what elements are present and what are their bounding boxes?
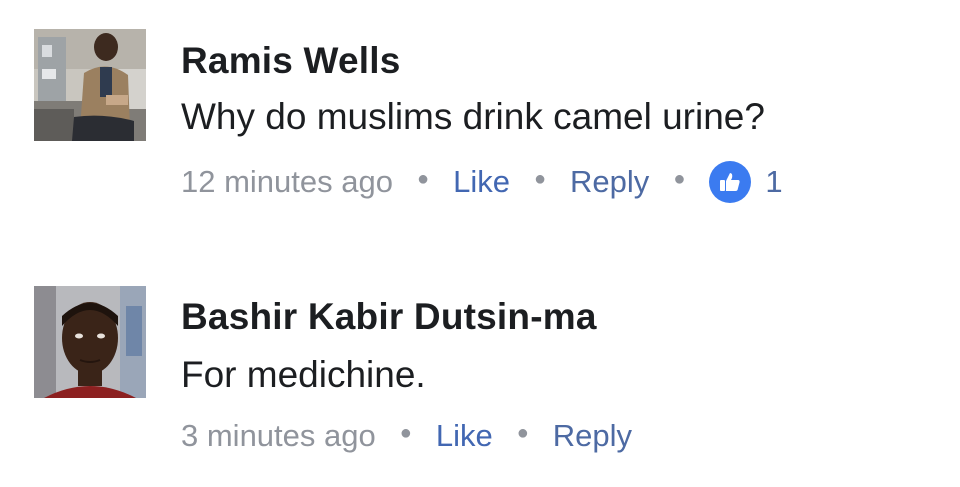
like-button[interactable]: Like — [436, 418, 493, 454]
separator-dot-icon: ● — [533, 167, 547, 190]
comment-meta: 12 minutes ago ● Like ● Reply ● 1 — [181, 161, 783, 203]
comment-text: Why do muslims drink camel urine? — [181, 96, 765, 137]
reply-button[interactable]: Reply — [553, 418, 632, 454]
comment-meta: 3 minutes ago ● Like ● Reply — [181, 416, 632, 456]
like-count: 1 — [765, 164, 783, 199]
separator-dot-icon: ● — [416, 167, 430, 190]
like-button[interactable]: Like — [453, 164, 510, 200]
comment-author[interactable]: Bashir Kabir Dutsin-ma — [181, 296, 597, 338]
comment-text: For medichine. — [181, 354, 426, 395]
timestamp[interactable]: 3 minutes ago — [181, 418, 376, 454]
separator-dot-icon: ● — [516, 421, 529, 444]
separator-dot-icon: ● — [673, 167, 686, 190]
avatar-image — [34, 29, 146, 141]
reaction-summary[interactable]: 1 — [709, 161, 783, 203]
avatar[interactable] — [34, 29, 146, 141]
timestamp[interactable]: 12 minutes ago — [181, 164, 393, 200]
comment-author[interactable]: Ramis Wells — [181, 40, 401, 82]
avatar-image — [34, 286, 146, 398]
reply-button[interactable]: Reply — [570, 164, 649, 200]
avatar[interactable] — [34, 286, 146, 398]
separator-dot-icon: ● — [399, 421, 412, 444]
thumbs-up-icon — [709, 161, 752, 203]
